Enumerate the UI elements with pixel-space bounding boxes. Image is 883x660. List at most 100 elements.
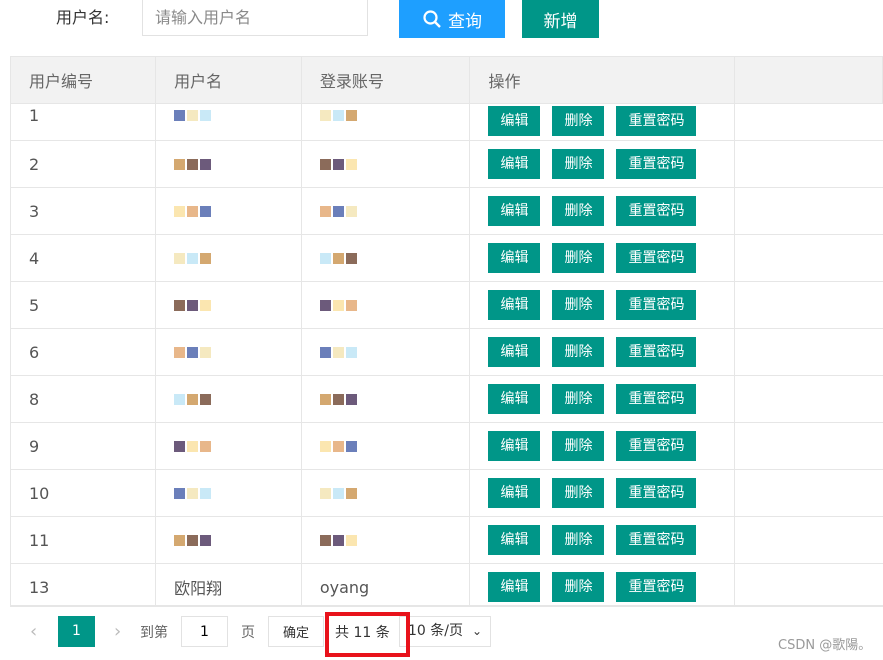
cell-username (155, 103, 302, 141)
reset-password-button[interactable]: 重置密码 (616, 196, 697, 226)
cell-filler (734, 140, 883, 188)
edit-button[interactable]: 编辑 (488, 431, 541, 461)
edit-button[interactable]: 编辑 (488, 243, 541, 273)
header-user-id: 用户编号 (11, 57, 157, 104)
edit-button[interactable]: 编辑 (488, 384, 541, 414)
table-row: 6 编辑 删除 重置密码 (11, 328, 883, 376)
cell-actions: 编辑 删除 重置密码 (469, 328, 736, 376)
redacted-mosaic (319, 440, 357, 452)
cell-actions: 编辑 删除 重置密码 (469, 281, 736, 329)
header-actions: 操作 (469, 57, 736, 104)
reset-password-button[interactable]: 重置密码 (616, 572, 697, 602)
edit-button[interactable]: 编辑 (488, 196, 541, 226)
cell-login-account (301, 234, 471, 282)
delete-button[interactable]: 删除 (552, 106, 605, 136)
delete-button[interactable]: 删除 (552, 525, 605, 555)
reset-password-button[interactable]: 重置密码 (616, 106, 697, 136)
goto-label: 到第 (140, 625, 168, 641)
page-size-value: 10 条/页 (408, 623, 463, 639)
edit-button[interactable]: 编辑 (488, 478, 541, 508)
delete-button[interactable]: 删除 (552, 431, 605, 461)
redacted-mosaic (319, 534, 357, 546)
table-row: 9 编辑 删除 重置密码 (11, 422, 883, 470)
redacted-mosaic (319, 299, 357, 311)
table-row: 1 编辑 删除 重置密码 (11, 103, 883, 141)
cell-actions: 编辑 删除 重置密码 (469, 422, 736, 470)
cell-filler (734, 516, 883, 564)
redacted-mosaic (319, 158, 357, 170)
redacted-mosaic (174, 487, 212, 499)
delete-button[interactable]: 删除 (552, 478, 605, 508)
cell-username (155, 234, 302, 282)
edit-button[interactable]: 编辑 (488, 290, 541, 320)
query-button[interactable]: 查询 (399, 0, 505, 38)
edit-button[interactable]: 编辑 (488, 106, 541, 136)
redacted-mosaic (174, 440, 212, 452)
edit-button[interactable]: 编辑 (488, 149, 541, 179)
redacted-mosaic (319, 252, 357, 264)
delete-button[interactable]: 删除 (552, 243, 605, 273)
edit-button[interactable]: 编辑 (488, 525, 541, 555)
cell-username (155, 281, 302, 329)
goto-confirm-button[interactable]: 确定 (268, 616, 324, 647)
delete-button[interactable]: 删除 (552, 572, 605, 602)
delete-button[interactable]: 删除 (552, 196, 605, 226)
cell-actions: 编辑 删除 重置密码 (469, 140, 736, 188)
cell-filler (734, 375, 883, 423)
cell-actions: 编辑 删除 重置密码 (469, 103, 736, 141)
current-page-button[interactable]: 1 (58, 616, 95, 647)
reset-password-button[interactable]: 重置密码 (616, 384, 697, 414)
edit-button[interactable]: 编辑 (488, 337, 541, 367)
cell-username (155, 469, 302, 517)
reset-password-button[interactable]: 重置密码 (616, 525, 697, 555)
cell-actions: 编辑 删除 重置密码 (469, 375, 736, 423)
table-row: 8 编辑 删除 重置密码 (11, 375, 883, 423)
redacted-mosaic (174, 534, 212, 546)
add-button[interactable]: 新增 (522, 0, 599, 38)
username-search-input[interactable] (142, 0, 368, 36)
redacted-mosaic (174, 110, 212, 121)
cell-filler (734, 187, 883, 235)
cell-login-account (301, 187, 471, 235)
reset-password-button[interactable]: 重置密码 (616, 290, 697, 320)
reset-password-button[interactable]: 重置密码 (616, 337, 697, 367)
reset-password-button[interactable]: 重置密码 (616, 431, 697, 461)
cell-filler (734, 103, 883, 141)
cell-login-account (301, 422, 471, 470)
cell-login-account (301, 103, 471, 141)
redacted-mosaic (319, 393, 357, 405)
redacted-mosaic (174, 252, 212, 264)
cell-username: 欧阳翔 (155, 563, 302, 605)
cell-user-id: 13 (11, 563, 157, 605)
cell-user-id: 8 (11, 375, 157, 423)
cell-login-account (301, 469, 471, 517)
edit-button[interactable]: 编辑 (488, 572, 541, 602)
reset-password-button[interactable]: 重置密码 (616, 149, 697, 179)
cell-filler (734, 563, 883, 605)
delete-button[interactable]: 删除 (552, 384, 605, 414)
reset-password-button[interactable]: 重置密码 (616, 478, 697, 508)
redacted-mosaic (319, 487, 357, 499)
reset-password-button[interactable]: 重置密码 (616, 243, 697, 273)
page-size-select[interactable]: 10 条/页 ⌄ (399, 616, 491, 647)
delete-button[interactable]: 删除 (552, 149, 605, 179)
header-filler (734, 57, 883, 104)
goto-page-input[interactable] (181, 616, 228, 647)
cell-login-account: oyang (301, 563, 471, 605)
redacted-mosaic (319, 205, 357, 217)
table-row: 2 编辑 删除 重置密码 (11, 140, 883, 188)
delete-button[interactable]: 删除 (552, 290, 605, 320)
table-row: 5 编辑 删除 重置密码 (11, 281, 883, 329)
cell-login-account (301, 328, 471, 376)
header-username: 用户名 (155, 57, 302, 104)
cell-actions: 编辑 删除 重置密码 (469, 469, 736, 517)
cell-filler (734, 422, 883, 470)
redacted-mosaic (174, 205, 212, 217)
next-page-icon[interactable]: › (114, 621, 121, 642)
cell-filler (734, 328, 883, 376)
cell-user-id: 9 (11, 422, 157, 470)
delete-button[interactable]: 删除 (552, 337, 605, 367)
prev-page-icon[interactable]: ‹ (30, 621, 37, 642)
redacted-mosaic (319, 346, 357, 358)
cell-user-id: 11 (11, 516, 157, 564)
